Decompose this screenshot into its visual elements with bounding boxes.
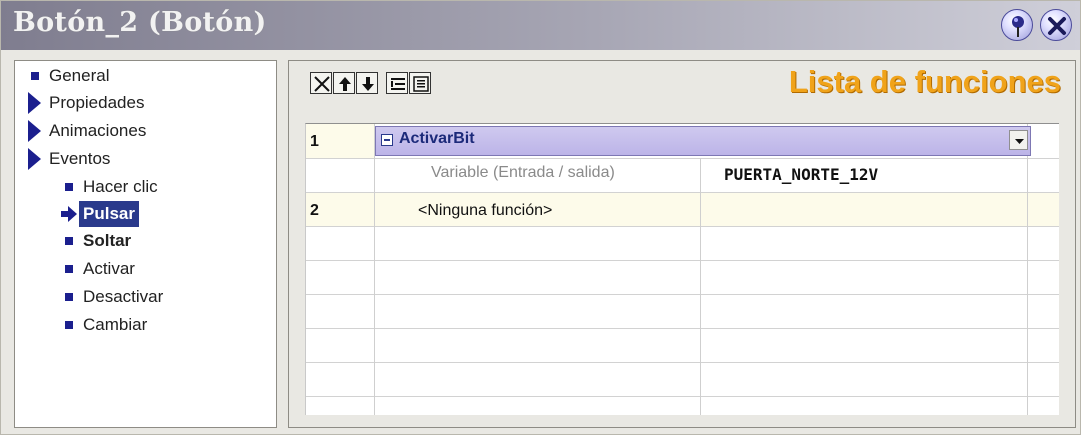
bullet-icon xyxy=(65,293,73,301)
expand-triangle-icon xyxy=(28,148,41,170)
function-name: ActivarBit xyxy=(399,130,475,147)
list-icon xyxy=(413,76,429,92)
chevron-down-icon xyxy=(1015,139,1024,144)
move-up-icon xyxy=(339,77,351,91)
function-table: ActivarBit 1 Variable (Entrada / salida)… xyxy=(305,123,1059,415)
nav-item-label: Eventos xyxy=(49,149,111,168)
event-item-label: Pulsar xyxy=(79,201,139,227)
event-item-label: Soltar xyxy=(83,231,132,250)
panel-heading: Lista de funciones xyxy=(788,64,1061,99)
event-item-label: Cambiar xyxy=(83,315,148,334)
expand-triangle-icon xyxy=(28,120,41,142)
event-item-label: Desactivar xyxy=(83,287,164,306)
nav-item-label: Propiedades xyxy=(49,93,145,112)
close-button[interactable] xyxy=(1040,9,1072,41)
move-down-icon xyxy=(362,77,374,91)
bullet-icon xyxy=(31,72,39,80)
row-number: 2 xyxy=(310,202,319,219)
bullet-icon xyxy=(65,183,73,191)
parameter-value[interactable]: PUERTA_NORTE_12V xyxy=(724,165,878,184)
delete-button[interactable] xyxy=(310,72,332,94)
function-list-panel: Lista de funciones ActivarBit 1 Variable… xyxy=(288,60,1076,428)
indent-button[interactable] xyxy=(386,72,408,94)
parameter-label: Variable (Entrada / salida) xyxy=(431,164,615,181)
close-icon xyxy=(1048,17,1066,35)
event-item-label: Activar xyxy=(83,259,135,278)
nav-item-label: General xyxy=(49,66,110,85)
function-name[interactable]: <Ninguna función> xyxy=(418,202,552,220)
list-button[interactable] xyxy=(409,72,431,94)
indent-icon xyxy=(391,78,405,90)
bullet-icon xyxy=(65,321,73,329)
move-down-button[interactable] xyxy=(356,72,378,94)
expand-triangle-icon xyxy=(28,92,41,114)
category-tree: General Propiedades Animaciones Eventos … xyxy=(14,60,277,428)
collapse-icon[interactable] xyxy=(381,134,393,146)
bullet-icon xyxy=(65,265,73,273)
nav-item-label: Animaciones xyxy=(49,121,147,140)
properties-window: Botón_2 (Botón) General Propiedades Anim… xyxy=(0,0,1081,435)
row-number: 1 xyxy=(310,133,319,150)
pin-icon xyxy=(1012,16,1024,37)
arrow-right-icon xyxy=(61,206,77,222)
move-up-button[interactable] xyxy=(333,72,355,94)
window-title: Botón_2 (Botón) xyxy=(13,7,267,38)
function-dropdown-button[interactable] xyxy=(1009,130,1028,150)
delete-icon xyxy=(314,76,330,92)
event-item-label: Hacer clic xyxy=(83,177,158,196)
pin-button[interactable] xyxy=(1001,9,1033,41)
title-bar: Botón_2 (Botón) xyxy=(1,1,1080,50)
bullet-icon xyxy=(65,237,73,245)
